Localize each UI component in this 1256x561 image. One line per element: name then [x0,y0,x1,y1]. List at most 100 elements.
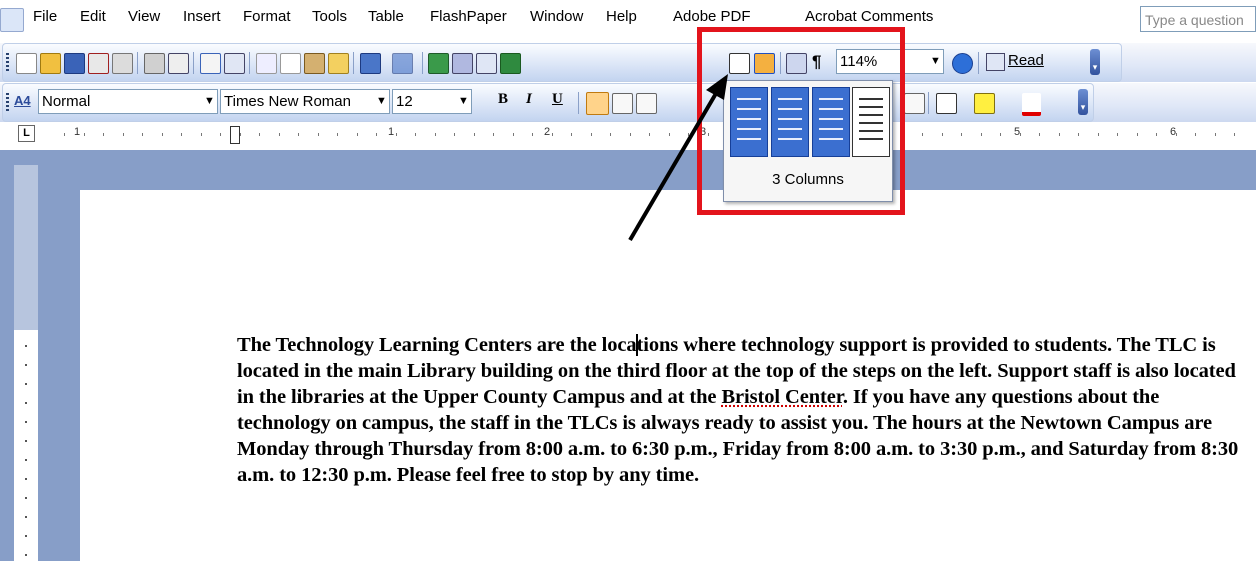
ruler-tick [25,440,27,442]
read-button[interactable]: Read [1008,52,1044,69]
cut-icon[interactable] [256,53,277,74]
ruler-tick [1019,133,1021,136]
ruler-tick [25,383,27,385]
print-preview-icon[interactable] [168,53,189,74]
ruler-tick [1156,133,1157,136]
highlight-icon[interactable] [974,93,995,114]
insert-table-icon[interactable] [476,53,497,74]
chevron-down-icon[interactable]: ▼ [928,50,943,73]
ruler-tick [25,554,27,556]
ruler-tick [512,133,514,136]
ruler-tick [473,133,475,136]
ruler-number: 6 [1170,126,1177,138]
ruler-tick [25,497,27,499]
format-painter-icon[interactable] [328,53,349,74]
ruler-tick [1000,133,1001,136]
ruler-tick [1117,133,1118,136]
menu-insert[interactable]: Insert [183,8,221,25]
menu-acrobat-comments[interactable]: Acrobat Comments [805,8,933,25]
ruler-tick [941,133,943,136]
ruler-tick [25,478,27,480]
ruler-tick [317,133,319,136]
permission-icon[interactable] [88,53,109,74]
font-size-value: 12 [396,93,413,110]
menu-file[interactable]: File [33,8,57,25]
spelling-icon[interactable] [200,53,221,74]
book-icon [986,53,1005,71]
ruler-tick [25,535,27,537]
research-icon[interactable] [224,53,245,74]
menu-tools[interactable]: Tools [312,8,347,25]
help-search-input[interactable]: Type a question [1140,6,1256,32]
chevron-down-icon[interactable]: ▼ [374,90,389,113]
ruler-tick [532,133,533,136]
menu-bar: File Edit View Insert Format Tools Table… [0,0,1256,43]
ruler-tick [1097,133,1099,136]
ruler-number: 1 [74,126,81,138]
ruler-tick [1039,133,1040,136]
menu-adobe-pdf[interactable]: Adobe PDF [673,8,751,25]
ruler-tick [25,402,27,404]
ruler-tick [961,133,962,136]
insert-excel-icon[interactable] [500,53,521,74]
save-icon[interactable] [64,53,85,74]
new-document-icon[interactable] [16,53,37,74]
pointer-arrow [628,74,728,242]
menu-window[interactable]: Window [530,8,583,25]
ruler-tick [1234,133,1235,136]
copy-icon[interactable] [280,53,301,74]
vertical-ruler[interactable] [14,165,38,561]
body-paragraph[interactable]: The Technology Learning Centers are the … [237,332,1256,488]
paste-icon[interactable] [304,53,325,74]
font-value: Times New Roman [224,93,351,110]
underline-button[interactable]: U [552,91,563,108]
toolbar-options-icon[interactable]: ▾ [1090,49,1100,75]
ruler-tick [161,133,163,136]
ruler-tick [1058,133,1060,136]
indent-icon[interactable] [904,93,925,114]
print-icon[interactable] [144,53,165,74]
font-size-combo[interactable]: 12 ▼ [392,89,472,114]
ruler-tick [493,133,494,136]
grammar-flag[interactable]: Bristol Center [721,386,842,408]
word-doc-icon[interactable] [0,8,24,32]
chevron-down-icon[interactable]: ▼ [202,90,217,113]
italic-button[interactable]: I [526,91,532,108]
ruler-tick [200,133,202,136]
ruler-tick [83,133,85,136]
font-color-icon[interactable] [1022,93,1041,116]
undo-icon[interactable] [360,53,381,74]
email-icon[interactable] [112,53,133,74]
help-icon[interactable] [952,53,973,74]
style-combo[interactable]: Normal ▼ [38,89,218,114]
ruler-tick [142,133,143,136]
ruler-tick [590,133,592,136]
toolbar-grip[interactable] [6,93,9,113]
menu-format[interactable]: Format [243,8,291,25]
bold-button[interactable]: B [498,91,508,108]
font-combo[interactable]: Times New Roman ▼ [220,89,390,114]
border-icon[interactable] [936,93,957,114]
menu-table[interactable]: Table [368,8,404,25]
tables-borders-icon[interactable] [452,53,473,74]
tab-selector[interactable]: L [18,125,35,142]
ruler-tick [980,133,982,136]
paragraph-text: The Technology Learning Centers are the … [237,334,637,356]
menu-flashpaper[interactable]: FlashPaper [430,8,507,25]
menu-view[interactable]: View [128,8,160,25]
toolbar-options-icon[interactable]: ▾ [1078,89,1088,115]
ruler-tick [181,133,182,136]
ruler-tick [395,133,397,136]
indent-marker-icon[interactable] [230,126,240,144]
open-folder-icon[interactable] [40,53,61,74]
ruler-number: 5 [1014,126,1021,138]
chevron-down-icon[interactable]: ▼ [456,90,471,113]
menu-edit[interactable]: Edit [80,8,106,25]
ruler-tick [1078,133,1079,136]
hyperlink-icon[interactable] [428,53,449,74]
ruler-tick [278,133,280,136]
menu-help[interactable]: Help [606,8,637,25]
redo-icon[interactable] [392,53,413,74]
toolbar-grip[interactable] [6,53,9,73]
ruler-tick [25,421,27,423]
